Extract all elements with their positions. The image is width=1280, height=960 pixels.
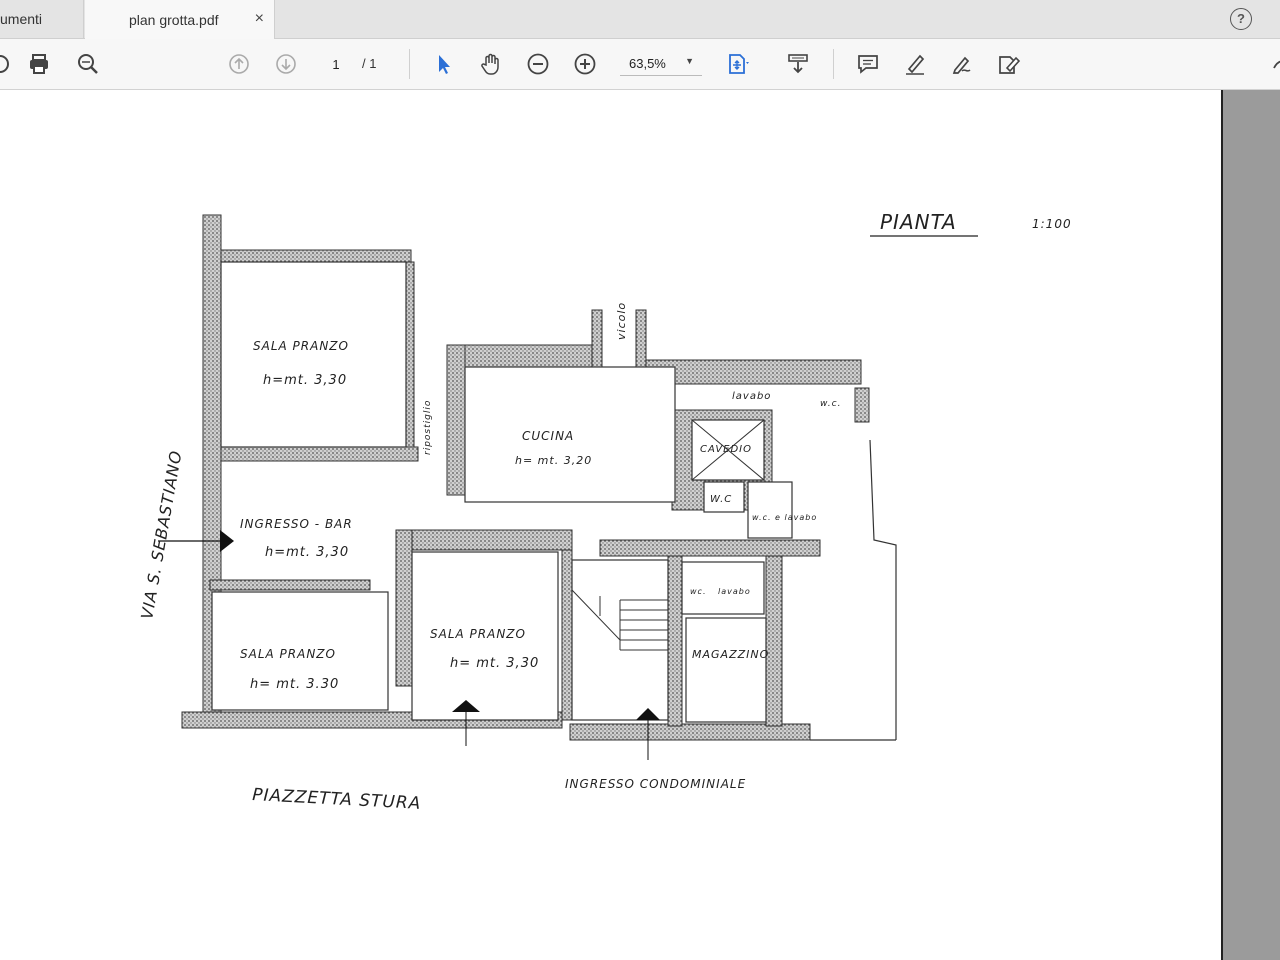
tab-active-label: plan grotta.pdf <box>129 11 219 28</box>
street-label-left: VIA S. SEBASTIANO <box>137 449 185 621</box>
lavabo-small-label: lavabo <box>718 587 751 596</box>
vicolo-label: vicolo <box>615 302 628 340</box>
help-icon[interactable]: ? <box>1230 8 1252 30</box>
ripostiglio-label: ripostiglio <box>423 400 433 455</box>
sala-pranzo-2-height: h= mt. 3,30 <box>450 656 539 671</box>
floor-plan-drawing: PIANTA 1:100 VIA S. SEBASTIANO vicolo PI… <box>137 210 1072 814</box>
tab-active-document[interactable]: plan grotta.pdf × <box>85 0 275 39</box>
document-viewport[interactable]: PIANTA 1:100 VIA S. SEBASTIANO vicolo PI… <box>0 90 1280 960</box>
toolbar: / 1 63,5% ▼ <box>0 39 1280 90</box>
tab-bar: umenti plan grotta.pdf × ? <box>0 0 1280 39</box>
comment-icon[interactable] <box>854 50 882 78</box>
fit-page-icon[interactable] <box>724 50 752 78</box>
magazzino-label: MAGAZZINO <box>692 648 769 661</box>
sala-pranzo-3-height: h= mt. 3.30 <box>250 677 339 692</box>
wc-lavabo-label: w.c. e lavabo <box>752 513 817 522</box>
wc-small-label: wc. <box>690 587 706 596</box>
plan-scale: 1:100 <box>1032 217 1072 231</box>
zoom-select[interactable]: 63,5% ▼ <box>620 53 702 76</box>
zoom-out-icon[interactable] <box>524 50 552 78</box>
plan-title: PIANTA <box>880 210 957 234</box>
close-icon[interactable]: × <box>255 10 264 28</box>
search-icon[interactable] <box>74 50 102 78</box>
select-arrow-icon[interactable] <box>430 50 458 78</box>
ingresso-bar-name: INGRESSO - BAR <box>240 517 353 531</box>
tab-previous[interactable]: umenti <box>0 0 84 38</box>
zoom-in-icon[interactable] <box>571 50 599 78</box>
highlight-icon[interactable] <box>901 50 929 78</box>
piazzetta-label: PIAZZETTA STURA <box>252 785 422 814</box>
scroll-mode-icon[interactable] <box>784 50 812 78</box>
wc-mid-label: W.C <box>710 494 732 505</box>
sala-pranzo-3-name: SALA PRANZO <box>240 647 336 661</box>
page-up-icon[interactable] <box>225 50 253 78</box>
zoom-value: 63,5% <box>629 56 666 71</box>
save-icon[interactable] <box>0 50 14 78</box>
cucina-name: CUCINA <box>522 429 574 443</box>
share-icon[interactable] <box>1268 50 1280 78</box>
page-down-icon[interactable] <box>272 50 300 78</box>
toolbar-divider <box>833 49 834 79</box>
cucina-height: h= mt. 3,20 <box>515 454 592 467</box>
sign-icon[interactable] <box>948 50 976 78</box>
tab-previous-label: umenti <box>0 11 43 27</box>
print-icon[interactable] <box>25 50 53 78</box>
page-total: / 1 <box>362 56 377 71</box>
sala-pranzo-1-height: h=mt. 3,30 <box>263 373 347 388</box>
sala-pranzo-1-name: SALA PRANZO <box>253 339 349 353</box>
page-number-input[interactable] <box>318 53 354 75</box>
ingresso-condominiale-label: INGRESSO CONDOMINIALE <box>565 777 746 791</box>
chevron-down-icon: ▼ <box>685 56 694 66</box>
cavedio-label: CAVEDIO <box>700 444 752 455</box>
sala-pranzo-2-name: SALA PRANZO <box>430 627 526 641</box>
toolbar-divider <box>409 49 410 79</box>
ingresso-bar-height: h=mt. 3,30 <box>265 545 349 560</box>
fill-sign-icon[interactable] <box>995 50 1023 78</box>
wc-top-label: w.c. <box>820 399 841 409</box>
pdf-page: PIANTA 1:100 VIA S. SEBASTIANO vicolo PI… <box>0 90 1223 960</box>
hand-icon[interactable] <box>477 50 505 78</box>
lavabo-label: lavabo <box>732 391 771 402</box>
